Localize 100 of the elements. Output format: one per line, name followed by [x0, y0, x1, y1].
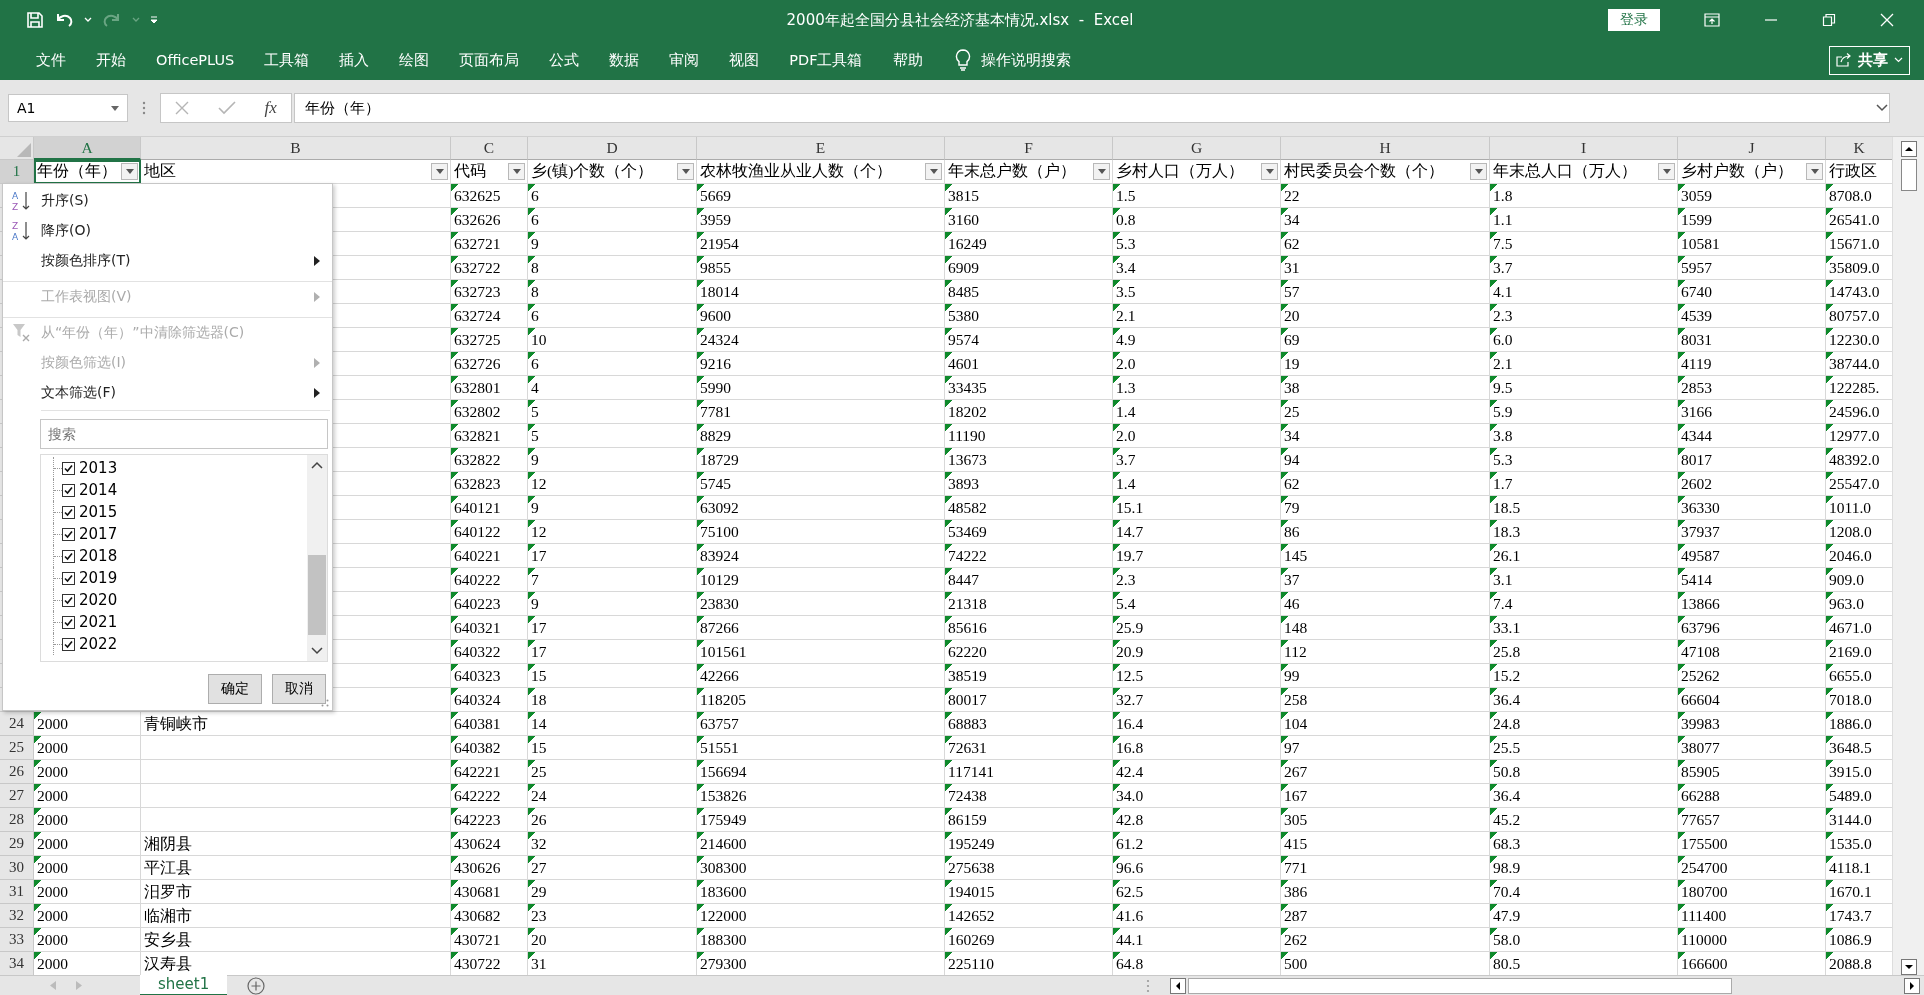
- row-number[interactable]: 32: [0, 904, 34, 928]
- ribbon-tab[interactable]: 视图: [713, 50, 774, 70]
- row-number[interactable]: 25: [0, 736, 34, 760]
- ribbon-display-icon[interactable]: [1704, 13, 1720, 27]
- ribbon-tab[interactable]: 绘图: [383, 50, 444, 70]
- column-letter[interactable]: B: [141, 137, 451, 160]
- scrollbar-thumb[interactable]: [1188, 977, 1732, 994]
- ribbon-tab[interactable]: 审阅: [653, 50, 714, 70]
- scroll-down-icon[interactable]: [1900, 959, 1917, 975]
- menu-item[interactable]: Z A 降序(O): [3, 216, 332, 246]
- column-letter[interactable]: G: [1113, 137, 1281, 160]
- ribbon-tab[interactable]: 工具箱: [248, 50, 324, 70]
- dialog-button[interactable]: 取消: [272, 674, 326, 704]
- filter-dropdown-button[interactable]: [508, 163, 525, 180]
- column-letter[interactable]: J: [1678, 137, 1826, 160]
- formula-input[interactable]: 年份（年）: [294, 93, 1890, 123]
- column-letter[interactable]: H: [1281, 137, 1490, 160]
- filter-option[interactable]: 2013: [62, 459, 118, 477]
- filter-dropdown-button[interactable]: [1093, 163, 1110, 180]
- ribbon-tab[interactable]: 页面布局: [443, 50, 534, 70]
- filter-option[interactable]: 2018: [62, 547, 118, 565]
- row-number[interactable]: 27: [0, 784, 34, 808]
- dialog-button[interactable]: 确定: [208, 674, 262, 704]
- lightbulb-icon[interactable]: [954, 49, 971, 71]
- sheet-tab[interactable]: sheet1: [140, 975, 228, 995]
- row-number[interactable]: 29: [0, 832, 34, 856]
- filter-dropdown-button[interactable]: [1470, 163, 1487, 180]
- row-number[interactable]: 31: [0, 880, 34, 904]
- column-letter[interactable]: A: [34, 137, 141, 160]
- ribbon-tab[interactable]: PDF工具箱: [773, 50, 877, 70]
- checkbox[interactable]: [62, 505, 75, 519]
- ribbon-tab[interactable]: 帮助: [876, 50, 937, 70]
- insert-function-button[interactable]: fx: [264, 98, 277, 118]
- ribbon-tab[interactable]: 公式: [533, 50, 594, 70]
- tell-me-search[interactable]: 操作说明搜索: [970, 50, 1085, 70]
- column-letter[interactable]: K: [1826, 137, 1892, 160]
- column-letter[interactable]: F: [945, 137, 1113, 160]
- filter-option[interactable]: 2019: [62, 569, 118, 587]
- filter-option[interactable]: 2020: [62, 591, 118, 609]
- filter-dropdown-button[interactable]: [925, 163, 942, 180]
- filter-option[interactable]: 2022: [62, 635, 118, 653]
- row-number[interactable]: 28: [0, 808, 34, 832]
- filter-dropdown-button[interactable]: [1658, 163, 1675, 180]
- filter-dropdown-button[interactable]: [431, 163, 448, 180]
- login-button[interactable]: 登录: [1608, 9, 1660, 31]
- scroll-up-icon[interactable]: [1900, 141, 1917, 157]
- checkbox[interactable]: [62, 549, 75, 563]
- filter-option[interactable]: 2015: [62, 503, 118, 521]
- filter-dropdown-button[interactable]: [121, 163, 138, 180]
- check-icon[interactable]: [217, 101, 236, 115]
- ribbon-tab[interactable]: 文件: [20, 50, 80, 70]
- filter-dropdown-button[interactable]: [677, 163, 694, 180]
- column-letter[interactable]: E: [697, 137, 945, 160]
- row-number[interactable]: 1: [0, 160, 34, 184]
- checkbox[interactable]: [62, 461, 75, 475]
- row-number[interactable]: 30: [0, 856, 34, 880]
- filter-option[interactable]: 2014: [62, 481, 118, 499]
- share-button[interactable]: 共享: [1829, 45, 1910, 75]
- scroll-down-icon[interactable]: [311, 647, 323, 655]
- checkbox[interactable]: [62, 483, 75, 497]
- menu-item[interactable]: A Z 升序(S): [3, 186, 332, 216]
- row-number[interactable]: 34: [0, 952, 34, 975]
- filter-option[interactable]: 2021: [62, 613, 118, 631]
- scroll-right-icon[interactable]: [1904, 977, 1920, 994]
- row-number[interactable]: 33: [0, 928, 34, 952]
- resize-grip-icon[interactable]: [321, 699, 329, 707]
- column-letter[interactable]: I: [1490, 137, 1678, 160]
- menu-item[interactable]: 文本筛选(F): [3, 378, 332, 408]
- row-number[interactable]: 26: [0, 760, 34, 784]
- scroll-left-icon[interactable]: [1170, 977, 1186, 994]
- filter-option[interactable]: 2017: [62, 525, 118, 543]
- caret-icon: [681, 169, 690, 174]
- checkbox[interactable]: [62, 593, 75, 607]
- save-icon[interactable]: [26, 11, 44, 29]
- table-cell: 2000: [34, 784, 141, 808]
- undo-icon[interactable]: [54, 11, 74, 29]
- column-letter[interactable]: C: [451, 137, 528, 160]
- checkbox[interactable]: [62, 527, 75, 541]
- ribbon-tab[interactable]: OfficePLUS: [140, 52, 249, 68]
- checkbox[interactable]: [62, 571, 75, 585]
- add-sheet-icon[interactable]: [247, 976, 266, 995]
- customize-toolbar-icon[interactable]: [150, 16, 158, 24]
- scrollbar-thumb[interactable]: [1900, 159, 1917, 191]
- scrollbar-thumb[interactable]: [308, 555, 326, 635]
- ribbon-tab[interactable]: 数据: [593, 50, 654, 70]
- expand-icon[interactable]: [1876, 104, 1888, 112]
- ribbon-tab[interactable]: 开始: [80, 50, 140, 70]
- search-field[interactable]: 搜索: [40, 419, 328, 449]
- row-number[interactable]: 24: [0, 712, 34, 736]
- checkbox[interactable]: [62, 637, 75, 651]
- checkbox[interactable]: [62, 615, 75, 629]
- filter-dropdown-button[interactable]: [1261, 163, 1278, 180]
- name-box[interactable]: A1: [8, 94, 128, 122]
- filter-dropdown-button[interactable]: [1806, 163, 1823, 180]
- menu-item[interactable]: 按颜色排序(T): [3, 246, 332, 276]
- scroll-up-icon[interactable]: [311, 461, 323, 469]
- column-letter[interactable]: D: [528, 137, 697, 160]
- ribbon-tab[interactable]: 插入: [323, 50, 384, 70]
- close-icon[interactable]: [1880, 13, 1894, 27]
- restore-icon[interactable]: [1822, 13, 1836, 27]
